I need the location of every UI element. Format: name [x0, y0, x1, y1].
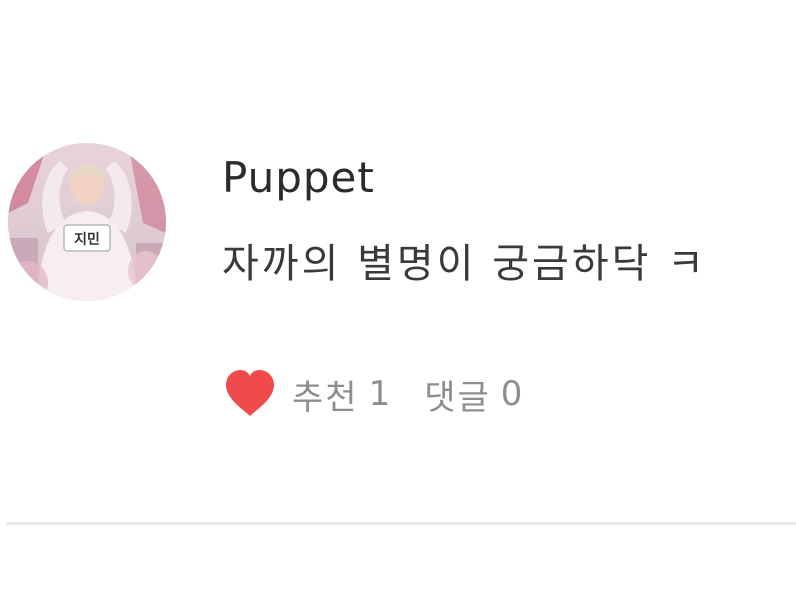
reply-label[interactable]: 댓글	[424, 370, 491, 419]
divider	[6, 522, 796, 525]
username[interactable]: Puppet	[222, 150, 375, 206]
comment-meta: 추천 1 댓글 0	[222, 362, 522, 426]
profile-photo-image: 지민	[8, 143, 166, 301]
recommend-label[interactable]: 추천	[292, 370, 359, 419]
reply-count: 0	[500, 374, 523, 414]
comment-text: 자까의 별명이 궁금하닥 ㅋ	[222, 241, 707, 287]
avatar-name-tag: 지민	[74, 231, 100, 248]
heart-icon[interactable]	[222, 366, 278, 422]
recommend-count: 1	[368, 374, 391, 414]
comment-item: 지민 Puppet 자까의 별명이 궁금하닥 ㅋ 추천 1 댓글 0	[0, 0, 796, 597]
avatar[interactable]: 지민	[8, 143, 166, 301]
